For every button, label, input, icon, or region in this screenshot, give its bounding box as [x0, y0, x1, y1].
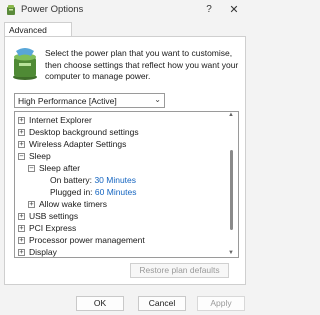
- tree-item-label: Sleep after: [39, 163, 81, 173]
- tree-item-label: Allow wake timers: [39, 199, 108, 209]
- tree-item-pci-express[interactable]: + PCI Express: [18, 222, 76, 234]
- collapse-icon[interactable]: −: [18, 153, 25, 160]
- plugged-in-label: Plugged in:: [50, 187, 93, 197]
- on-battery-label: On battery:: [50, 175, 93, 185]
- on-battery-value[interactable]: 30 Minutes: [94, 175, 136, 185]
- restore-plan-defaults-button[interactable]: Restore plan defaults: [130, 263, 229, 278]
- tree-item-label: Sleep: [29, 151, 51, 161]
- power-plan-value: High Performance [Active]: [18, 96, 117, 106]
- tree-item-on-battery[interactable]: On battery: 30 Minutes: [50, 174, 136, 186]
- power-plan-select[interactable]: High Performance [Active] ⌄: [14, 93, 165, 108]
- scroll-thumb[interactable]: [230, 150, 233, 230]
- expand-icon[interactable]: +: [28, 201, 35, 208]
- title-bar: Power Options ? ✕: [0, 0, 250, 20]
- expand-icon[interactable]: +: [18, 249, 25, 256]
- tree-item-usb-settings[interactable]: + USB settings: [18, 210, 78, 222]
- ok-button[interactable]: OK: [76, 296, 124, 311]
- collapse-icon[interactable]: −: [28, 165, 35, 172]
- tree-item-plugged-in[interactable]: Plugged in: 60 Minutes: [50, 186, 137, 198]
- power-options-icon: [7, 5, 15, 15]
- window-title: Power Options: [21, 4, 84, 15]
- tree-item-label: Wireless Adapter Settings: [29, 139, 127, 149]
- tree-item-desktop-background[interactable]: + Desktop background settings: [18, 126, 139, 138]
- tree-item-sleep[interactable]: − Sleep: [18, 150, 51, 162]
- expand-icon[interactable]: +: [18, 225, 25, 232]
- tree-item-display[interactable]: + Display: [18, 246, 57, 257]
- tree-item-wireless-adapter[interactable]: + Wireless Adapter Settings: [18, 138, 126, 150]
- expand-icon[interactable]: +: [18, 129, 25, 136]
- scroll-up-icon[interactable]: ▲: [228, 112, 234, 118]
- scroll-down-icon[interactable]: ▼: [228, 250, 234, 256]
- cancel-button[interactable]: Cancel: [138, 296, 186, 311]
- tree-item-internet-explorer[interactable]: + Internet Explorer: [18, 114, 92, 126]
- help-button[interactable]: ?: [201, 2, 217, 18]
- intro-text: Select the power plan that you want to c…: [45, 48, 239, 81]
- tree-item-processor-power[interactable]: + Processor power management: [18, 234, 145, 246]
- expand-icon[interactable]: +: [18, 213, 25, 220]
- plugged-in-value[interactable]: 60 Minutes: [95, 187, 137, 197]
- tab-advanced-settings[interactable]: Advanced settings: [4, 22, 72, 45]
- chevron-down-icon: ⌄: [154, 95, 161, 104]
- tree-item-allow-wake-timers[interactable]: + Allow wake timers: [28, 198, 107, 210]
- tree-scrollbar[interactable]: ▲ ▼: [227, 112, 235, 257]
- power-plan-icon: [13, 48, 37, 80]
- tree-item-label: USB settings: [29, 211, 79, 221]
- expand-icon[interactable]: +: [18, 237, 25, 244]
- apply-button[interactable]: Apply: [197, 296, 245, 311]
- tree-item-label: Display: [29, 247, 57, 257]
- expand-icon[interactable]: +: [18, 117, 25, 124]
- settings-tree[interactable]: + Internet Explorer + Desktop background s…: [14, 111, 239, 258]
- tree-item-label: Processor power management: [29, 235, 145, 245]
- tree-item-label: Desktop background settings: [29, 127, 139, 137]
- expand-icon[interactable]: +: [18, 141, 25, 148]
- tree-item-label: PCI Express: [29, 223, 77, 233]
- tree-item-label: Internet Explorer: [29, 115, 92, 125]
- close-button[interactable]: ✕: [224, 2, 244, 18]
- tree-item-sleep-after[interactable]: − Sleep after: [28, 162, 80, 174]
